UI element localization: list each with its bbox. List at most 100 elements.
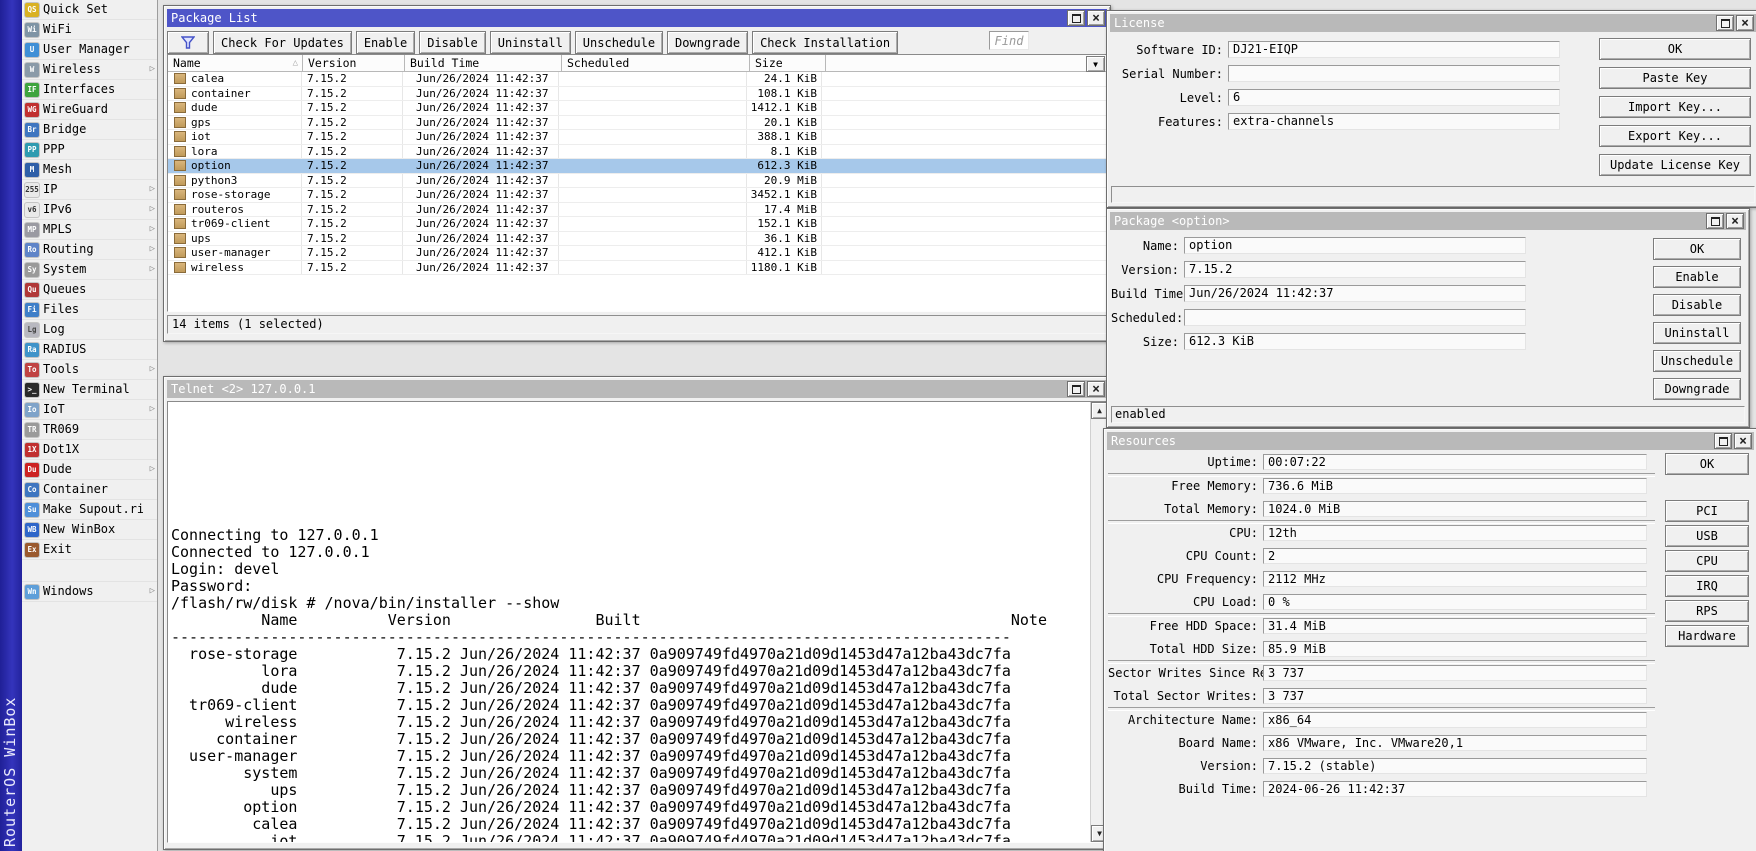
maximize-icon[interactable] (1716, 15, 1734, 31)
maximize-icon[interactable] (1067, 10, 1085, 26)
column-header-name[interactable]: Name△ (168, 55, 303, 71)
column-header-build-time[interactable]: Build Time (405, 55, 562, 71)
hardware-button[interactable]: Hardware (1665, 625, 1749, 647)
sidebar-item[interactable]: Io IoT (22, 400, 157, 420)
table-row[interactable]: tr069-client 7.15.2 Jun/26/2024 11:42:37… (168, 217, 1106, 232)
sidebar-item-windows[interactable]: Wn Windows (22, 581, 157, 602)
package-enable-button[interactable]: Enable (1653, 266, 1741, 288)
import-key-button[interactable]: Import Key... (1599, 96, 1751, 118)
close-icon[interactable] (1087, 10, 1105, 26)
sidebar-item[interactable]: U User Manager (22, 40, 157, 60)
table-row[interactable]: dude 7.15.2 Jun/26/2024 11:42:37 1412.1 … (168, 101, 1106, 116)
sidebar-item[interactable]: Lg Log (22, 320, 157, 340)
column-select-dropdown[interactable]: ▼ (1086, 56, 1105, 72)
free-hdd-space-field[interactable]: 31.4 MiB (1263, 618, 1647, 634)
cpu-field[interactable]: 12th (1263, 525, 1647, 541)
sidebar-item[interactable]: MP MPLS (22, 220, 157, 240)
terminal-content[interactable]: Connecting to 127.0.0.1Connected to 127.… (167, 401, 1107, 843)
version-field[interactable]: 7.15.2 (stable) (1263, 758, 1647, 774)
sidebar-item[interactable]: IF Interfaces (22, 80, 157, 100)
maximize-icon[interactable] (1067, 381, 1085, 397)
serial-number-field[interactable] (1228, 65, 1560, 82)
architecture-name-field[interactable]: x86_64 (1263, 712, 1647, 728)
package-size-field[interactable]: 612.3 KiB (1184, 333, 1526, 350)
cpu-load-field[interactable]: 0 % (1263, 594, 1647, 610)
filter-button[interactable] (167, 31, 209, 54)
total-memory-field[interactable]: 1024.0 MiB (1263, 501, 1647, 517)
license-ok-button[interactable]: OK (1599, 38, 1751, 60)
table-row[interactable]: calea 7.15.2 Jun/26/2024 11:42:37 24.1 K… (168, 72, 1106, 87)
features-field[interactable]: extra-channels (1228, 113, 1560, 130)
sidebar-item[interactable]: Su Make Supout.rif (22, 500, 157, 520)
update-license-key-button[interactable]: Update License Key (1599, 154, 1751, 176)
package-ok-button[interactable]: OK (1653, 238, 1741, 260)
sidebar-item[interactable]: Du Dude (22, 460, 157, 480)
table-row[interactable]: iot 7.15.2 Jun/26/2024 11:42:37 388.1 Ki… (168, 130, 1106, 145)
sidebar-item[interactable]: Wi WiFi (22, 20, 157, 40)
sidebar-item[interactable]: WB New WinBox (22, 520, 157, 540)
paste-key-button[interactable]: Paste Key (1599, 67, 1751, 89)
sidebar-item[interactable]: Ro Routing (22, 240, 157, 260)
package-downgrade-button[interactable]: Downgrade (1653, 378, 1741, 400)
check-installation-button[interactable]: Check Installation (752, 31, 898, 54)
sidebar-item[interactable]: M Mesh (22, 160, 157, 180)
table-row[interactable]: container 7.15.2 Jun/26/2024 11:42:37 10… (168, 87, 1106, 102)
sidebar-item[interactable]: Qu Queues (22, 280, 157, 300)
sidebar-item[interactable]: To Tools (22, 360, 157, 380)
table-row[interactable]: routeros 7.15.2 Jun/26/2024 11:42:37 17.… (168, 203, 1106, 218)
sidebar-item[interactable]: QS Quick Set (22, 0, 157, 20)
column-header-size[interactable]: Size (750, 55, 826, 71)
cpu-frequency-field[interactable]: 2112 MHz (1263, 571, 1647, 587)
window-titlebar[interactable]: License (1110, 14, 1756, 32)
table-row[interactable]: python3 7.15.2 Jun/26/2024 11:42:37 20.9… (168, 174, 1106, 189)
window-titlebar[interactable]: Package <option> (1110, 212, 1746, 230)
pci-button[interactable]: PCI (1665, 500, 1749, 522)
window-titlebar[interactable]: Telnet <2> 127.0.0.1 (167, 380, 1107, 398)
resources-ok-button[interactable]: OK (1665, 453, 1749, 475)
window-titlebar[interactable]: Package List (167, 9, 1107, 27)
package-version-field[interactable]: 7.15.2 (1184, 261, 1526, 278)
downgrade-button[interactable]: Downgrade (667, 31, 748, 54)
sidebar-item[interactable]: >_ New Terminal (22, 380, 157, 400)
table-row[interactable]: gps 7.15.2 Jun/26/2024 11:42:37 20.1 KiB (168, 116, 1106, 131)
sector-writes-since-reboot-field[interactable]: 3 737 (1263, 665, 1647, 681)
table-row[interactable]: option 7.15.2 Jun/26/2024 11:42:37 612.3… (168, 159, 1106, 174)
scroll-up-icon[interactable]: ▲ (1091, 402, 1107, 419)
total-hdd-size-field[interactable]: 85.9 MiB (1263, 641, 1647, 657)
build-time-field[interactable]: 2024-06-26 11:42:37 (1263, 781, 1647, 797)
sidebar-item[interactable]: WG WireGuard (22, 100, 157, 120)
package-name-field[interactable]: option (1184, 237, 1526, 254)
unschedule-button[interactable]: Unschedule (575, 31, 663, 54)
level-field[interactable]: 6 (1228, 89, 1560, 106)
disable-button[interactable]: Disable (419, 31, 486, 54)
uptime-field[interactable]: 00:07:22 (1263, 454, 1647, 470)
sidebar-item[interactable]: Co Container (22, 480, 157, 500)
sidebar-item[interactable]: Ra RADIUS (22, 340, 157, 360)
find-button[interactable]: Find (989, 31, 1029, 50)
irq-button[interactable]: IRQ (1665, 575, 1749, 597)
table-row[interactable]: user-manager 7.15.2 Jun/26/2024 11:42:37… (168, 246, 1106, 261)
sidebar-item[interactable]: v6 IPv6 (22, 200, 157, 220)
column-header-version[interactable]: Version (303, 55, 405, 71)
software-id-field[interactable]: DJ21-EIQP (1228, 41, 1560, 58)
close-icon[interactable] (1736, 15, 1754, 31)
table-row[interactable]: ups 7.15.2 Jun/26/2024 11:42:37 36.1 KiB (168, 232, 1106, 247)
sidebar-item[interactable]: 1X Dot1X (22, 440, 157, 460)
total-sector-writes-field[interactable]: 3 737 (1263, 688, 1647, 704)
sidebar-item[interactable]: 255 IP (22, 180, 157, 200)
sidebar-item[interactable]: W Wireless (22, 60, 157, 80)
sidebar-item[interactable]: Br Bridge (22, 120, 157, 140)
package-uninstall-button[interactable]: Uninstall (1653, 322, 1741, 344)
usb-button[interactable]: USB (1665, 525, 1749, 547)
maximize-icon[interactable] (1714, 433, 1732, 449)
sidebar-item[interactable]: PP PPP (22, 140, 157, 160)
cpu-count-field[interactable]: 2 (1263, 548, 1647, 564)
board-name-field[interactable]: x86 VMware, Inc. VMware20,1 (1263, 735, 1647, 751)
table-row[interactable]: rose-storage 7.15.2 Jun/26/2024 11:42:37… (168, 188, 1106, 203)
close-icon[interactable] (1734, 433, 1752, 449)
package-disable-button[interactable]: Disable (1653, 294, 1741, 316)
check-for-updates-button[interactable]: Check For Updates (213, 31, 352, 54)
rps-button[interactable]: RPS (1665, 600, 1749, 622)
maximize-icon[interactable] (1706, 213, 1724, 229)
package-scheduled-field[interactable] (1184, 309, 1526, 326)
